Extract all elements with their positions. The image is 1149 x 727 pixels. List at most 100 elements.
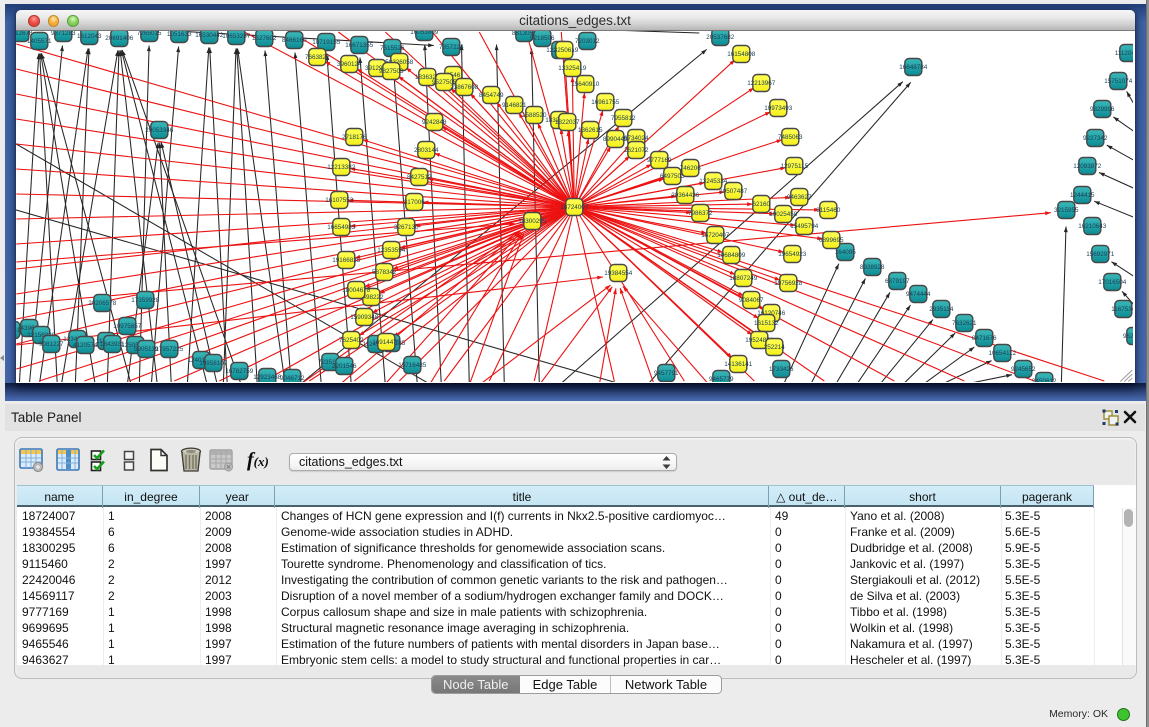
svg-text:9450612: 9450612	[1032, 378, 1057, 382]
svg-text:1051633: 1051633	[167, 31, 192, 38]
svg-text:6879197: 6879197	[885, 278, 910, 285]
svg-text:5878342: 5878342	[372, 269, 397, 276]
svg-text:7955812: 7955812	[611, 115, 636, 122]
svg-text:10975857: 10975857	[113, 323, 142, 330]
svg-text:16107553: 16107553	[325, 197, 354, 204]
svg-text:19384554: 19384554	[604, 270, 633, 277]
svg-text:7625402: 7625402	[339, 337, 364, 344]
svg-text:9227342: 9227342	[1083, 135, 1108, 142]
svg-text:20053346: 20053346	[145, 127, 174, 134]
svg-text:11120432: 11120432	[1114, 50, 1132, 57]
svg-text:2935114: 2935114	[929, 306, 954, 313]
svg-text:16648784: 16648784	[899, 64, 928, 71]
svg-text:1362615: 1362615	[578, 127, 603, 134]
svg-text:9465779: 9465779	[709, 376, 734, 382]
svg-text:16654983: 16654983	[327, 224, 356, 231]
svg-text:1588520: 1588520	[522, 112, 547, 119]
svg-text:10653287: 10653287	[222, 33, 251, 40]
svg-text:16210643: 16210643	[1078, 223, 1107, 230]
svg-text:1621072: 1621072	[624, 147, 649, 154]
svg-text:19654923: 19654923	[778, 251, 807, 258]
svg-text:16154808: 16154808	[727, 51, 756, 58]
svg-text:9115460: 9115460	[816, 207, 841, 214]
svg-text:20691406: 20691406	[105, 35, 134, 42]
svg-text:9218506: 9218506	[530, 35, 555, 42]
svg-text:16530442: 16530442	[195, 32, 224, 39]
svg-text:15909348: 15909348	[350, 314, 379, 321]
svg-text:9624501: 9624501	[1123, 333, 1133, 340]
svg-text:20364436: 20364436	[671, 192, 700, 199]
svg-text:15640910: 15640910	[571, 81, 600, 88]
svg-text:10958107: 10958107	[199, 360, 228, 367]
svg-text:746206: 746206	[679, 165, 701, 172]
svg-text:1612043: 1612043	[77, 33, 102, 40]
svg-text:16053809: 16053809	[410, 31, 439, 36]
svg-text:6899695: 6899695	[819, 237, 844, 244]
svg-text:12353594: 12353594	[377, 247, 406, 254]
svg-text:9245652: 9245652	[1011, 366, 1036, 373]
svg-text:1615132: 1615132	[754, 320, 779, 327]
svg-text:17957225: 17957225	[155, 346, 184, 353]
svg-text:9463627: 9463627	[787, 194, 812, 201]
svg-text:9146821: 9146821	[502, 102, 527, 109]
svg-text:3960124: 3960124	[337, 61, 362, 68]
svg-text:8466160: 8466160	[282, 37, 307, 44]
svg-text:1843931: 1843931	[100, 341, 125, 348]
svg-text:1244415: 1244415	[1070, 192, 1095, 199]
svg-text:12093872: 12093872	[1073, 163, 1102, 170]
svg-text:62160: 62160	[752, 201, 770, 208]
svg-text:9474444: 9474444	[906, 291, 931, 298]
svg-text:17359928: 17359928	[131, 297, 160, 304]
svg-text:8938928: 8938928	[860, 264, 885, 271]
svg-text:2803144: 2803144	[414, 147, 439, 154]
svg-text:9457791: 9457791	[654, 370, 679, 377]
svg-text:9329996: 9329996	[1090, 106, 1115, 113]
svg-text:23867608: 23867608	[450, 84, 479, 91]
svg-text:9242848: 9242848	[422, 119, 447, 126]
svg-text:15716485: 15716485	[398, 362, 427, 369]
svg-text:9777169: 9777169	[647, 157, 672, 164]
svg-text:18004678: 18004678	[342, 287, 371, 294]
svg-text:12213382: 12213382	[327, 164, 356, 171]
svg-text:12213967: 12213967	[747, 80, 776, 87]
svg-text:1822037: 1822037	[555, 119, 580, 126]
svg-text:20206578: 20206578	[88, 300, 117, 307]
svg-text:19166825: 19166825	[332, 257, 361, 264]
svg-text:15692971: 15692971	[1086, 251, 1115, 258]
svg-text:1405571: 1405571	[27, 38, 52, 45]
svg-text:7632621: 7632621	[952, 320, 977, 327]
svg-text:18300295: 18300295	[518, 218, 547, 225]
svg-text:12923468: 12923468	[253, 374, 282, 381]
svg-text:20537682: 20537682	[706, 34, 735, 41]
svg-text:7986372: 7986372	[688, 210, 713, 217]
svg-text:164095: 164095	[834, 249, 856, 256]
svg-text:10973493: 10973493	[764, 105, 793, 112]
svg-text:9084067: 9084067	[739, 297, 764, 304]
svg-text:16782759: 16782759	[225, 368, 254, 375]
svg-text:9371283: 9371283	[51, 31, 76, 37]
svg-text:9827503: 9827503	[379, 68, 404, 75]
svg-text:13325419: 13325419	[558, 65, 587, 72]
svg-text:8454749: 8454749	[479, 92, 504, 99]
svg-text:10684809: 10684809	[717, 252, 746, 259]
svg-text:1733426: 1733426	[769, 366, 794, 373]
svg-text:7515526: 7515526	[380, 45, 405, 52]
svg-text:16914479: 16914479	[372, 339, 401, 346]
svg-text:15751074: 15751074	[1104, 78, 1133, 85]
svg-text:10719155: 10719155	[312, 39, 341, 46]
svg-text:317006: 317006	[403, 199, 425, 206]
svg-text:16671355: 16671355	[345, 42, 374, 49]
svg-text:15720407: 15720407	[701, 232, 730, 239]
svg-text:2201546: 2201546	[332, 363, 357, 370]
svg-text:12975115: 12975115	[780, 163, 808, 170]
svg-text:19756928: 19756928	[774, 280, 803, 287]
svg-text:13250619: 13250619	[550, 47, 579, 54]
svg-text:6497503: 6497503	[660, 173, 685, 180]
svg-text:8471676: 8471676	[972, 335, 997, 342]
svg-text:7203012: 7203012	[575, 38, 600, 45]
svg-text:16961755: 16961755	[591, 99, 620, 106]
svg-text:3267130: 3267130	[394, 224, 419, 231]
svg-text:10025458: 10025458	[769, 211, 798, 218]
svg-text:4120574: 4120574	[73, 342, 98, 349]
svg-text:7857224: 7857224	[439, 44, 464, 51]
